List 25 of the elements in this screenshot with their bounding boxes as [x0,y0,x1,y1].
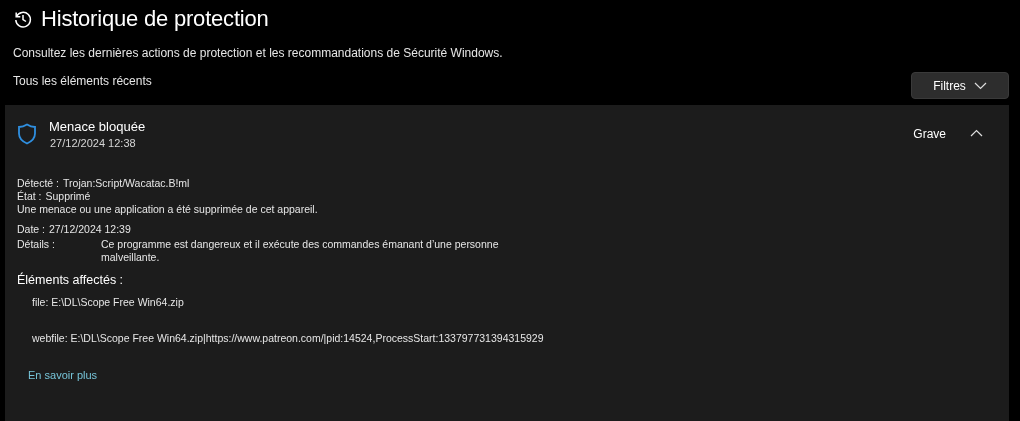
field-label: Date : [17,223,45,236]
chevron-up-icon [970,129,983,137]
field-value: Ce programme est dangereux et il exécute des commandes émanant d’une personne malveillante. [101,238,500,264]
severity-label: Grave [913,127,946,141]
field-label: Détecté : [17,177,60,190]
field-value: Trojan:Script/Wacatac.B!ml [63,177,190,190]
event-timestamp: 27/12/2024 12:38 [49,137,137,149]
affected-heading: Éléments affectés : [17,274,125,287]
page-description: Consultez les dernières actions de protection et les recommandations de Sécurité Windows. [12,45,504,60]
field-label: État : [17,190,42,203]
affected-item: webfile: E:\DL\Scope Free Win64.zip|https://www.patreon.com/|pid:14524,ProcessStart:133797731394315929 [31,332,545,345]
collapse-toggle[interactable] [970,129,983,137]
affected-item: file: E:\DL\Scope Free Win64.zip [31,296,185,309]
shield-icon [17,123,37,145]
history-icon [13,9,33,29]
event-title: Menace bloquée [49,119,147,134]
field-label: Détails : [17,238,56,252]
state-description: Une menace ou une application a été supprimée de cet appareil. [17,203,319,216]
chevron-down-icon [973,81,987,90]
section-label: Tous les éléments récents [13,74,152,88]
filters-button[interactable]: Filtres [911,72,1009,99]
field-value: Supprimé [45,190,91,203]
field-value: 27/12/2024 12:39 [49,223,131,236]
page-title: Historique de protection [41,6,269,32]
learn-more-link[interactable]: En savoir plus [17,369,98,382]
